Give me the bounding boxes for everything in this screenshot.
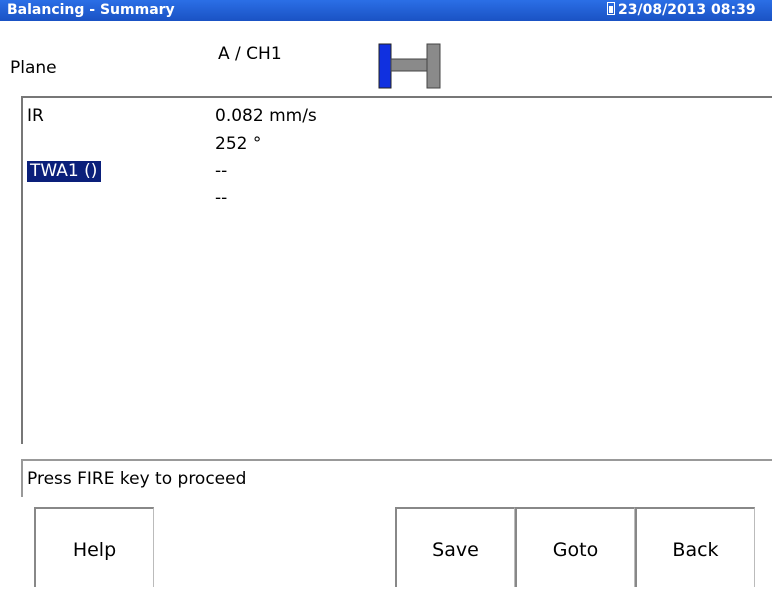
- save-button[interactable]: Save: [395, 507, 515, 587]
- goto-button[interactable]: Goto: [515, 507, 635, 587]
- result-value-ir-phase: 252 °: [215, 134, 262, 154]
- plane-value: A / CH1: [218, 44, 282, 64]
- results-panel: IR 0.082 mm/s 252 ° TWA1 () -- --: [21, 96, 772, 444]
- window-title: Balancing - Summary: [7, 2, 175, 18]
- status-message: Press FIRE key to proceed: [21, 459, 772, 497]
- status-datetime: 23/08/2013 08:39: [607, 0, 756, 21]
- result-value-twa1-amplitude: --: [215, 161, 228, 181]
- datetime-text: 23/08/2013 08:39: [618, 2, 756, 18]
- result-label-ir: IR: [27, 106, 44, 126]
- help-button[interactable]: Help: [34, 507, 154, 587]
- battery-icon: [607, 2, 615, 15]
- result-value-twa1-phase: --: [215, 188, 228, 208]
- title-bar: Balancing - Summary 23/08/2013 08:39: [0, 0, 772, 21]
- result-value-ir-amplitude: 0.082 mm/s: [215, 106, 317, 126]
- rotor-plane-icon: [378, 43, 441, 89]
- plane-label: Plane: [10, 58, 57, 78]
- back-button[interactable]: Back: [635, 507, 755, 587]
- result-label-twa1[interactable]: TWA1 (): [27, 161, 102, 182]
